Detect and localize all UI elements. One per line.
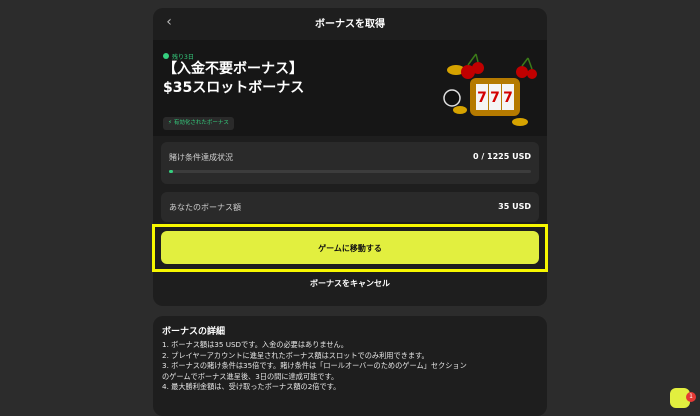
details-line: 2. プレイヤーアカウントに進呈されたボーナス額はスロットでのみ利用できます。 <box>162 350 429 360</box>
bonus-amount-label: あなたのボーナス額 <box>169 203 241 212</box>
wager-progress-bar <box>169 170 531 173</box>
slot-machine-illustration: 7 7 7 <box>443 53 537 126</box>
svg-text:7: 7 <box>490 90 500 106</box>
chat-notification-badge: 1 <box>686 392 696 402</box>
details-line: 1. ボーナス額は35 USDです。入金の必要はありません。 <box>162 340 348 349</box>
go-to-game-button[interactable]: ゲームに移動する <box>161 231 539 264</box>
details-title: ボーナスの詳細 <box>162 327 226 337</box>
bolt-icon: ⚡ <box>168 120 172 126</box>
bonus-title-line1: 【入金不要ボーナス】 <box>163 61 303 77</box>
wager-progress-fill <box>169 170 173 173</box>
bonus-amount-value: 35 USD <box>498 202 531 211</box>
details-line: 3. ボーナスの賭け条件は35倍です。賭け条件は「ロールオーバーのためのゲーム」… <box>162 361 467 370</box>
wager-value: 0 / 1225 USD <box>472 152 531 161</box>
wager-progress-card: 賭け条件達成状況 0 / 1225 USD <box>161 142 539 184</box>
status-badge-text: 有効化されたボーナス <box>173 120 229 126</box>
bonus-details-panel: ボーナスの詳細 1. ボーナス額は35 USDです。入金の必要はありません。 2… <box>153 316 547 416</box>
bonus-hero: 残り3日 【入金不要ボーナス】 $35スロットボーナス ⚡ 有効化されたボーナス… <box>153 40 547 136</box>
svg-text:7: 7 <box>503 90 513 106</box>
details-line: のゲームでボーナス進呈後、3日の間に達成可能です。 <box>162 371 339 381</box>
wager-label: 賭け条件達成状況 <box>169 153 233 162</box>
status-badge: ⚡ 有効化されたボーナス <box>163 117 234 130</box>
modal-title: ボーナスを取得 <box>315 19 385 30</box>
svg-text:7: 7 <box>477 90 487 106</box>
details-list: 1. ボーナス額は35 USDです。入金の必要はありません。 2. プレイヤーア… <box>162 340 540 393</box>
details-line: 4. 最大勝利金額は、受け取ったボーナス額の2倍です。 <box>162 382 341 391</box>
modal-header: ‹ ボーナスを取得 <box>153 8 547 36</box>
bonus-title-line2: $35スロットボーナス <box>163 80 305 96</box>
bonus-title: 【入金不要ボーナス】 $35スロットボーナス <box>163 60 383 98</box>
cancel-bonus-button[interactable]: ボーナスをキャンセル <box>153 278 547 289</box>
bonus-amount-card: あなたのボーナス額 35 USD <box>161 192 539 222</box>
clock-icon <box>163 53 169 59</box>
